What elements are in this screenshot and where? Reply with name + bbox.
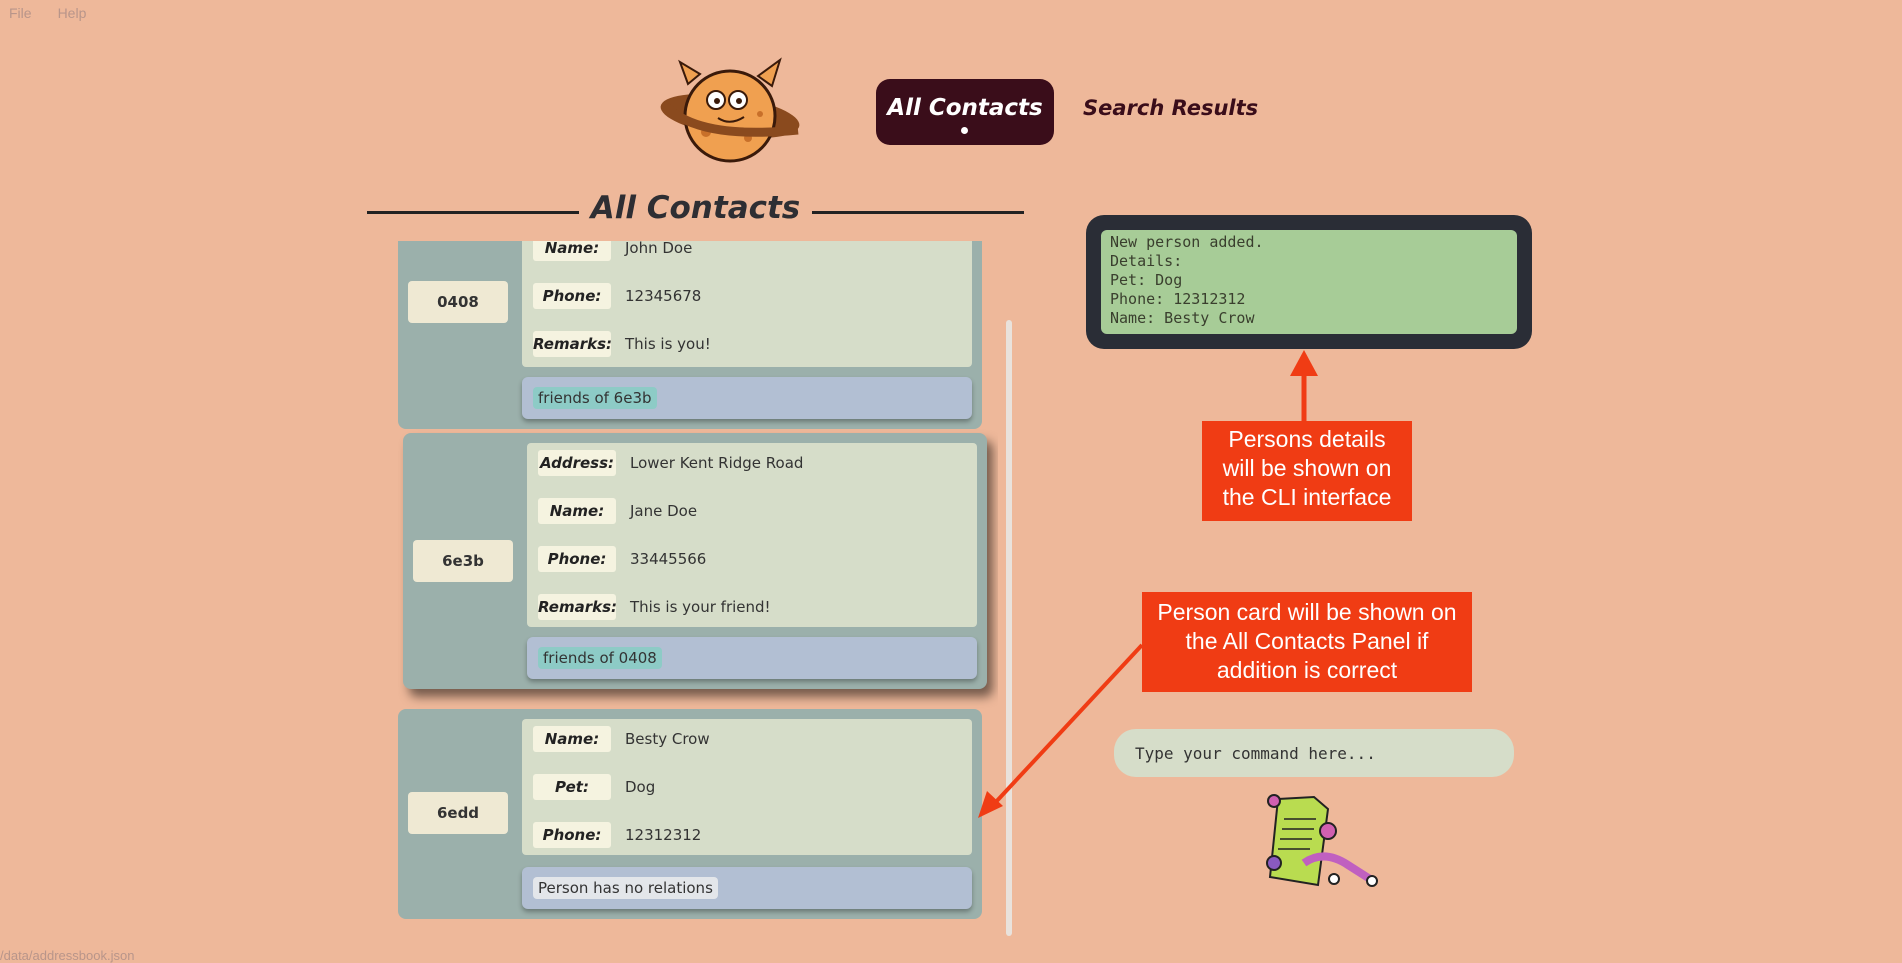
contact-details: Name: John Doe Phone: 12345678 Remarks: … <box>522 241 972 367</box>
cli-output-line: Name: Besty Crow <box>1110 309 1255 327</box>
field-row: Phone: 12312312 <box>533 822 701 848</box>
panel-header: All Contacts <box>367 190 1024 232</box>
page-title: All Contacts <box>590 190 801 226</box>
field-label: Phone: <box>533 283 611 309</box>
monster-with-document-icon <box>1266 794 1378 887</box>
contact-card[interactable]: 6edd Name: Besty Crow Pet: Dog Phone: 12… <box>398 709 982 919</box>
field-label: Remarks: <box>538 594 617 620</box>
annotation-line: addition is correct <box>1216 657 1398 683</box>
relations-box: friends of 0408 <box>527 637 977 679</box>
field-value: 12345678 <box>625 287 702 305</box>
field-row: Address: Lower Kent Ridge Road <box>538 450 803 476</box>
annotation-line: Person card will be shown on <box>1157 599 1457 625</box>
field-value: Besty Crow <box>625 730 710 748</box>
relations-box: friends of 6e3b <box>522 377 972 419</box>
relation-tag: friends of 0408 <box>538 647 662 669</box>
field-label: Name: <box>538 498 616 524</box>
field-value: 12312312 <box>625 826 702 844</box>
field-label: Phone: <box>538 546 616 572</box>
status-bar-path: /data/addressbook.json <box>0 948 135 963</box>
active-tab-indicator <box>961 127 968 134</box>
field-label: Pet: <box>533 774 611 800</box>
cli-result-display: New person added. Details: Pet: Dog Phon… <box>1086 215 1532 349</box>
planet-monster-logo-icon <box>660 57 800 163</box>
tab-all-contacts[interactable]: All Contacts <box>876 79 1054 145</box>
contact-list[interactable]: 0408 Name: John Doe Phone: 12345678 Rema… <box>398 241 998 935</box>
field-row: Remarks: This is you! <box>533 331 711 357</box>
contact-card[interactable]: 0408 Name: John Doe Phone: 12345678 Rema… <box>398 241 982 429</box>
arrow-diagonal-icon <box>978 643 1144 818</box>
annotation-line: Persons details <box>1228 426 1386 452</box>
no-relations-tag: Person has no relations <box>533 877 718 899</box>
field-row: Name: Jane Doe <box>538 498 697 524</box>
field-value: Lower Kent Ridge Road <box>630 454 804 472</box>
cli-output-line: New person added. <box>1110 233 1264 251</box>
annotation-cli-note: Persons details will be shown on the CLI… <box>1202 421 1412 521</box>
menu-bar: File Help <box>0 0 86 26</box>
contact-list-scrollbar[interactable] <box>1006 320 1012 936</box>
contact-id-badge: 6edd <box>408 792 508 834</box>
annotation-line: the All Contacts Panel if <box>1185 628 1429 654</box>
tab-search-results[interactable]: Search Results <box>1083 96 1258 120</box>
relation-tag: friends of 6e3b <box>533 387 657 409</box>
field-row: Name: Besty Crow <box>533 726 710 752</box>
field-label: Phone: <box>533 822 611 848</box>
field-value: John Doe <box>625 241 693 257</box>
field-row: Name: John Doe <box>533 241 692 261</box>
contact-card-selected[interactable]: 6e3b Address: Lower Kent Ridge Road Name… <box>403 433 987 689</box>
field-row: Pet: Dog <box>533 774 655 800</box>
field-label: Name: <box>533 726 611 752</box>
field-label: Address: <box>538 450 616 476</box>
menu-file[interactable]: File <box>9 5 32 21</box>
field-value: Dog <box>625 778 656 796</box>
field-row: Phone: 33445566 <box>538 546 706 572</box>
cli-output-line: Phone: 12312312 <box>1110 290 1246 308</box>
contact-id-badge: 6e3b <box>413 540 513 582</box>
contact-details: Address: Lower Kent Ridge Road Name: Jan… <box>527 443 977 627</box>
field-label: Name: <box>533 241 611 261</box>
contact-details: Name: Besty Crow Pet: Dog Phone: 1231231… <box>522 719 972 855</box>
command-input[interactable] <box>1114 729 1514 777</box>
field-row: Phone: 12345678 <box>533 283 701 309</box>
field-label: Remarks: <box>533 331 612 357</box>
annotation-line: will be shown on <box>1222 455 1392 481</box>
annotation-card-note: Person card will be shown on the All Con… <box>1142 592 1472 692</box>
cli-output: New person added. Details: Pet: Dog Phon… <box>1101 230 1517 334</box>
contact-id-badge: 0408 <box>408 281 508 323</box>
cli-output-line: Details: <box>1110 252 1183 270</box>
field-value: This is you! <box>625 335 711 353</box>
tab-all-contacts-label: All Contacts <box>887 95 1043 121</box>
annotation-line: the CLI interface <box>1222 484 1392 510</box>
field-value: 33445566 <box>630 550 707 568</box>
field-value: This is your friend! <box>630 598 771 616</box>
relations-box: Person has no relations <box>522 867 972 909</box>
cli-output-line: Pet: Dog <box>1110 271 1183 289</box>
field-value: Jane Doe <box>630 502 698 520</box>
arrow-up-icon <box>1290 350 1318 421</box>
field-row: Remarks: This is your friend! <box>538 594 771 620</box>
menu-help[interactable]: Help <box>58 5 87 21</box>
